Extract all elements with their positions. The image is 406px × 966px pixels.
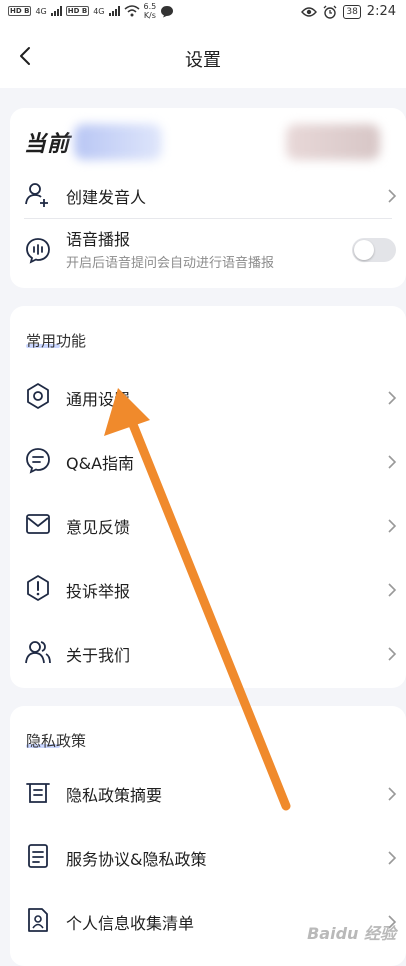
eye-icon — [301, 6, 318, 17]
clock: 2:24 — [366, 4, 396, 19]
chevron-right-icon — [388, 455, 397, 469]
list-item-privacy-summary[interactable]: 隐私政策摘要 — [10, 768, 406, 816]
nav-bar: 设置 — [0, 26, 406, 88]
section-title-common: 常用功能 — [26, 332, 87, 350]
status-left: HD B 4G HD B 4G 6.5 K/s — [8, 2, 174, 20]
list-item-label: 通用设置 — [66, 390, 131, 409]
current-speaker-label: 当前 — [24, 132, 71, 157]
chevron-right-icon — [388, 519, 397, 533]
list-item-label: 服务协议&隐私政策 — [66, 850, 207, 869]
alarm-icon — [323, 5, 337, 19]
list-item-report[interactable]: 投诉举报 — [10, 564, 406, 612]
list-item-feedback[interactable]: 意见反馈 — [10, 500, 406, 548]
voice-chat-icon — [26, 238, 50, 264]
hd-badge-2: HD B — [65, 6, 90, 16]
warning-shield-icon — [27, 575, 49, 601]
list-item-label: 投诉举报 — [66, 582, 131, 601]
voice-broadcast-toggle[interactable] — [352, 238, 396, 262]
users-icon — [25, 641, 51, 664]
signal-icon-2 — [108, 6, 120, 16]
hd-badge: HD B — [8, 6, 32, 16]
voice-broadcast-hint: 开启后语音提问会自动进行语音播报 — [66, 256, 275, 271]
divider — [24, 218, 392, 219]
user-document-icon — [28, 908, 48, 932]
blurred-speaker-info[interactable] — [286, 124, 380, 160]
battery-icon: 38 — [343, 4, 361, 19]
list-item-label: 隐私政策摘要 — [66, 786, 163, 805]
list-item-label: 关于我们 — [66, 646, 131, 665]
mail-icon — [26, 514, 50, 534]
speed-value: 6.5 — [143, 2, 157, 11]
signal-icon — [50, 6, 62, 16]
add-user-icon — [25, 183, 48, 207]
network-type-2: 4G — [93, 6, 105, 16]
chevron-right-icon — [388, 851, 397, 865]
account-card: 当前 创建发音人 语音播报 开启后语音提问会自动进行语音播报 — [10, 108, 406, 288]
speed-unit: K/s — [143, 11, 156, 20]
list-item-qa-guide[interactable]: Q&A指南 — [10, 436, 406, 484]
list-item-label: 个人信息收集清单 — [66, 914, 195, 933]
toggle-knob — [354, 240, 374, 260]
gear-icon — [27, 383, 49, 409]
list-item-general-settings[interactable]: 通用设置 — [10, 372, 406, 420]
network-type: 4G — [35, 6, 47, 16]
document-icon — [28, 844, 48, 868]
list-item-service-agreement[interactable]: 服务协议&隐私政策 — [10, 832, 406, 880]
chat-bubble-icon — [26, 448, 50, 474]
section-title-privacy: 隐私政策 — [26, 732, 87, 750]
list-item-label: 意见反馈 — [66, 518, 131, 537]
chevron-right-icon — [388, 647, 397, 661]
blurred-speaker-name — [74, 124, 162, 160]
status-bar: HD B 4G HD B 4G 6.5 K/s 38 2:24 — [0, 0, 406, 26]
common-functions-card: 常用功能 通用设置 Q&A指南 意见反馈 投诉举报 关于我们 — [10, 306, 406, 688]
message-bubble-icon — [161, 5, 174, 17]
network-speed: 6.5 K/s — [144, 2, 157, 20]
page-title: 设置 — [185, 50, 221, 71]
create-speaker-label: 创建发音人 — [66, 188, 147, 207]
chevron-right-icon — [388, 583, 397, 597]
chevron-right-icon — [388, 391, 397, 405]
watermark: Baidu 经验 — [307, 924, 396, 943]
list-item-label: Q&A指南 — [66, 454, 135, 473]
chevron-right-icon — [388, 189, 397, 203]
status-right: 38 2:24 — [301, 4, 396, 19]
voice-broadcast-row: 语音播报 开启后语音提问会自动进行语音播报 — [10, 224, 406, 280]
list-item-about-us[interactable]: 关于我们 — [10, 628, 406, 676]
chevron-right-icon — [388, 787, 397, 801]
wifi-icon — [124, 5, 139, 17]
document-list-icon — [26, 783, 50, 803]
voice-broadcast-label: 语音播报 — [66, 230, 131, 249]
create-speaker-row[interactable]: 创建发音人 — [10, 174, 406, 218]
